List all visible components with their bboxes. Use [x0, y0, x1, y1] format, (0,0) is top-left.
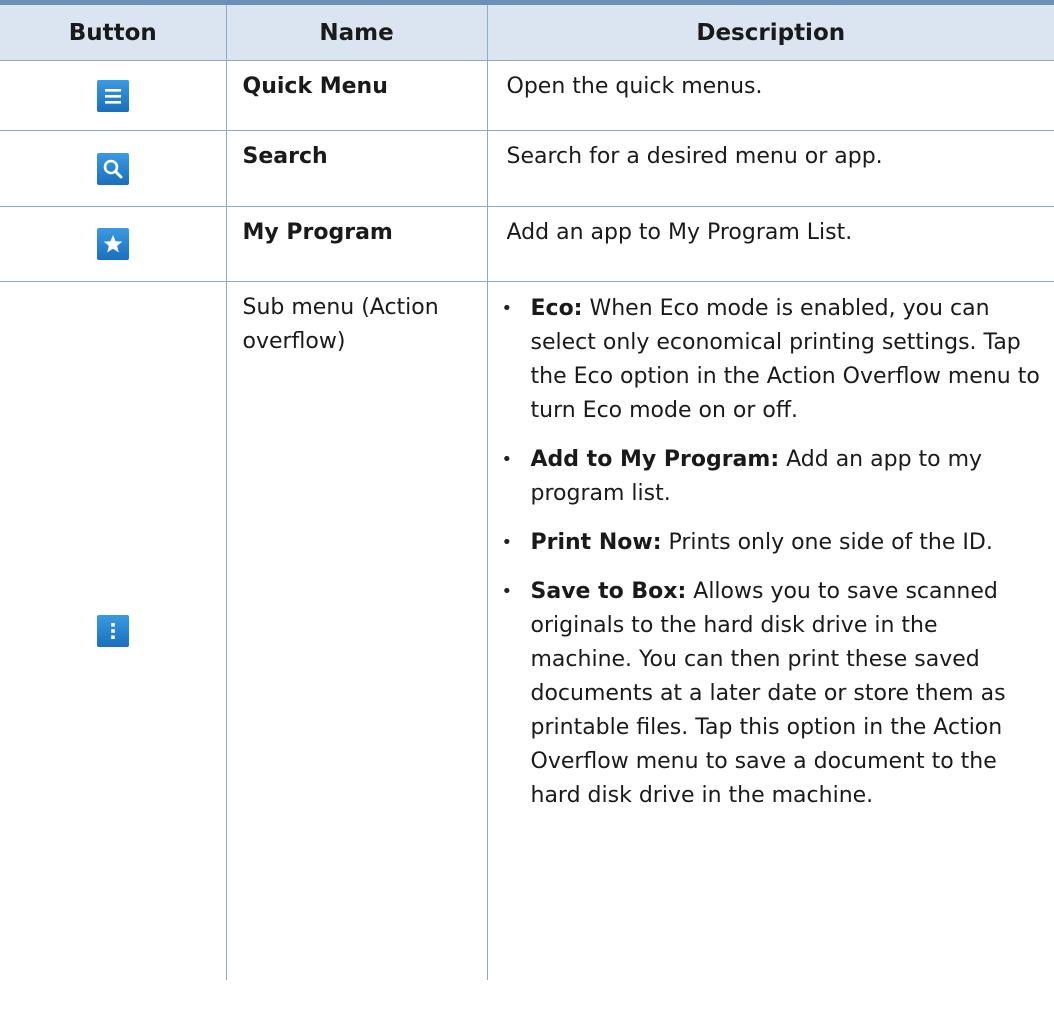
option-text: When Eco mode is enabled, you can select…	[530, 296, 1040, 423]
header-row: Button Name Description	[0, 5, 1054, 61]
row-name: Search	[242, 144, 328, 169]
header-button: Button	[0, 5, 226, 61]
button-cell	[0, 60, 226, 131]
row-name: My Program	[242, 220, 393, 245]
option-term: Add to My Program:	[530, 447, 780, 472]
table-row: Sub menu (Action overflow) Eco: When Eco…	[0, 281, 1054, 981]
row-name: Quick Menu	[242, 74, 388, 99]
button-reference-table: Button Name Description Quick Menu Open …	[0, 5, 1054, 980]
list-item: Add to My Program: Add an app to my prog…	[488, 443, 1041, 511]
list-item: Print Now: Prints only one side of the I…	[488, 526, 1041, 560]
row-name: Sub menu (Action overflow)	[242, 295, 439, 354]
option-text: Allows you to save scanned originals to …	[530, 579, 1006, 808]
option-term: Print Now:	[530, 530, 662, 555]
table-row: My Program Add an app to My Program List…	[0, 206, 1054, 282]
table-row: Search Search for a desired menu or app.	[0, 130, 1054, 207]
option-text: Prints only one side of the ID.	[661, 530, 993, 555]
table-row: Quick Menu Open the quick menus.	[0, 60, 1054, 131]
search-icon[interactable]	[96, 152, 129, 185]
header-name: Name	[225, 5, 487, 61]
header-description: Description	[486, 5, 1054, 61]
list-item: Save to Box: Allows you to save scanned …	[488, 575, 1041, 813]
row-description: Open the quick menus.	[506, 74, 763, 99]
star-icon[interactable]	[96, 228, 129, 260]
button-cell	[0, 282, 226, 981]
option-term: Eco:	[530, 296, 583, 321]
option-term: Save to Box:	[530, 579, 687, 604]
button-cell	[0, 130, 226, 207]
vertical-dots-icon[interactable]	[96, 615, 129, 647]
row-description: Add an app to My Program List.	[506, 220, 853, 245]
button-cell	[0, 206, 226, 282]
row-description: Search for a desired menu or app.	[506, 144, 883, 169]
list-item: Eco: When Eco mode is enabled, you can s…	[488, 292, 1041, 428]
hamburger-menu-icon[interactable]	[96, 79, 129, 112]
option-list: Eco: When Eco mode is enabled, you can s…	[488, 282, 1054, 813]
